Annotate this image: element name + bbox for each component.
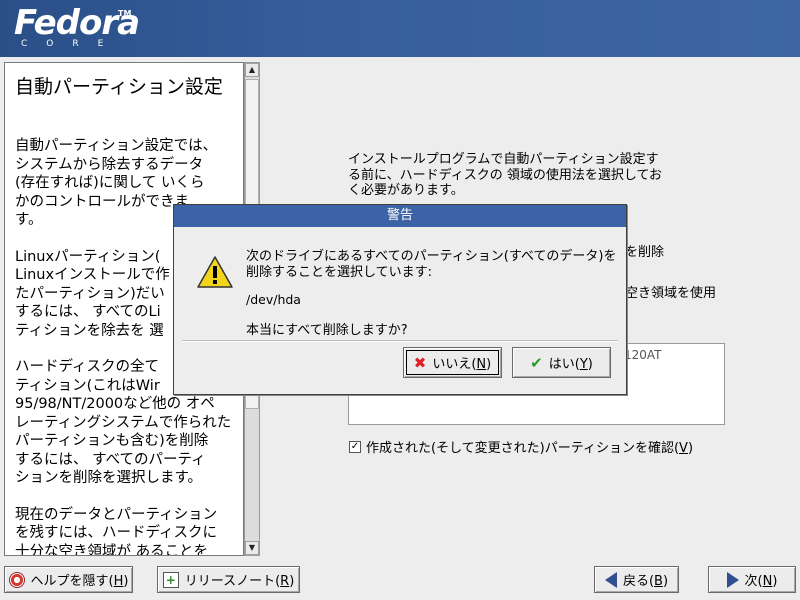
release-notes-icon: + bbox=[162, 571, 179, 588]
use-free-space-option[interactable]: 空き領域を使用 bbox=[625, 282, 716, 301]
cancel-x-icon: ✖ bbox=[413, 353, 427, 372]
release-notes-label: リリースノート(R) bbox=[184, 574, 295, 589]
dialog-separator bbox=[182, 340, 618, 342]
trademark-mark: TM bbox=[118, 9, 132, 18]
dialog-device: /dev/hda bbox=[246, 292, 301, 307]
dialog-confirm-text: 本当にすべて削除しますか? bbox=[246, 323, 408, 338]
warning-icon bbox=[197, 256, 233, 288]
scroll-down-icon[interactable]: ▼ bbox=[245, 541, 259, 555]
scroll-up-icon[interactable]: ▲ bbox=[245, 63, 259, 77]
help-title: 自動パーティション設定 bbox=[15, 76, 223, 98]
header-banner: Fedora TM CORE bbox=[0, 0, 800, 57]
yes-label: はい(Y) bbox=[548, 357, 593, 372]
review-checkbox[interactable]: ✓ bbox=[349, 440, 361, 453]
dialog-message: 次のドライブにあるすべてのパーティション(すべてのデータ)を削除することを選択し… bbox=[246, 249, 617, 280]
remove-partitions-option[interactable]: を削除 bbox=[625, 241, 664, 260]
dialog-title: 警告 bbox=[174, 205, 626, 227]
next-button[interactable]: 次(N) bbox=[708, 566, 796, 593]
back-label: 戻る(B) bbox=[622, 574, 669, 589]
next-label: 次(N) bbox=[744, 574, 778, 589]
lifebuoy-icon bbox=[8, 571, 25, 588]
back-button[interactable]: 戻る(B) bbox=[594, 566, 679, 593]
warning-dialog: 警告 次のドライブにあるすべてのパーティション(すべてのデータ)を削除することを… bbox=[173, 204, 627, 395]
yes-button[interactable]: ✔ はい(Y) bbox=[512, 347, 611, 378]
help-paragraph: 現在のデータとパーティション を残すには、ハードディスクに 十分な空き領域が あ… bbox=[15, 506, 218, 556]
arrow-right-icon bbox=[726, 571, 739, 588]
review-checkbox-row[interactable]: ✓ 作成された(そして変更された)パーティションを確認(V) bbox=[349, 437, 693, 456]
no-button[interactable]: ✖ いいえ(N) bbox=[403, 347, 502, 378]
logo-core-text: CORE bbox=[21, 39, 123, 49]
checkmark-icon: ✔ bbox=[530, 353, 543, 372]
drive-row[interactable]: 120AT bbox=[624, 348, 662, 362]
arrow-left-icon bbox=[604, 571, 617, 588]
intro-text: インストールプログラムで自動パーティション設定する前に、ハードディスクの 領域の… bbox=[348, 152, 663, 198]
release-notes-button[interactable]: + リリースノート(R) bbox=[157, 566, 300, 593]
hide-help-button[interactable]: ヘルプを隠す(H) bbox=[4, 566, 133, 593]
review-label: 作成された(そして変更された)パーティションを確認(V) bbox=[366, 441, 694, 456]
hide-help-label: ヘルプを隠す(H) bbox=[30, 574, 129, 589]
no-label: いいえ(N) bbox=[432, 357, 492, 372]
